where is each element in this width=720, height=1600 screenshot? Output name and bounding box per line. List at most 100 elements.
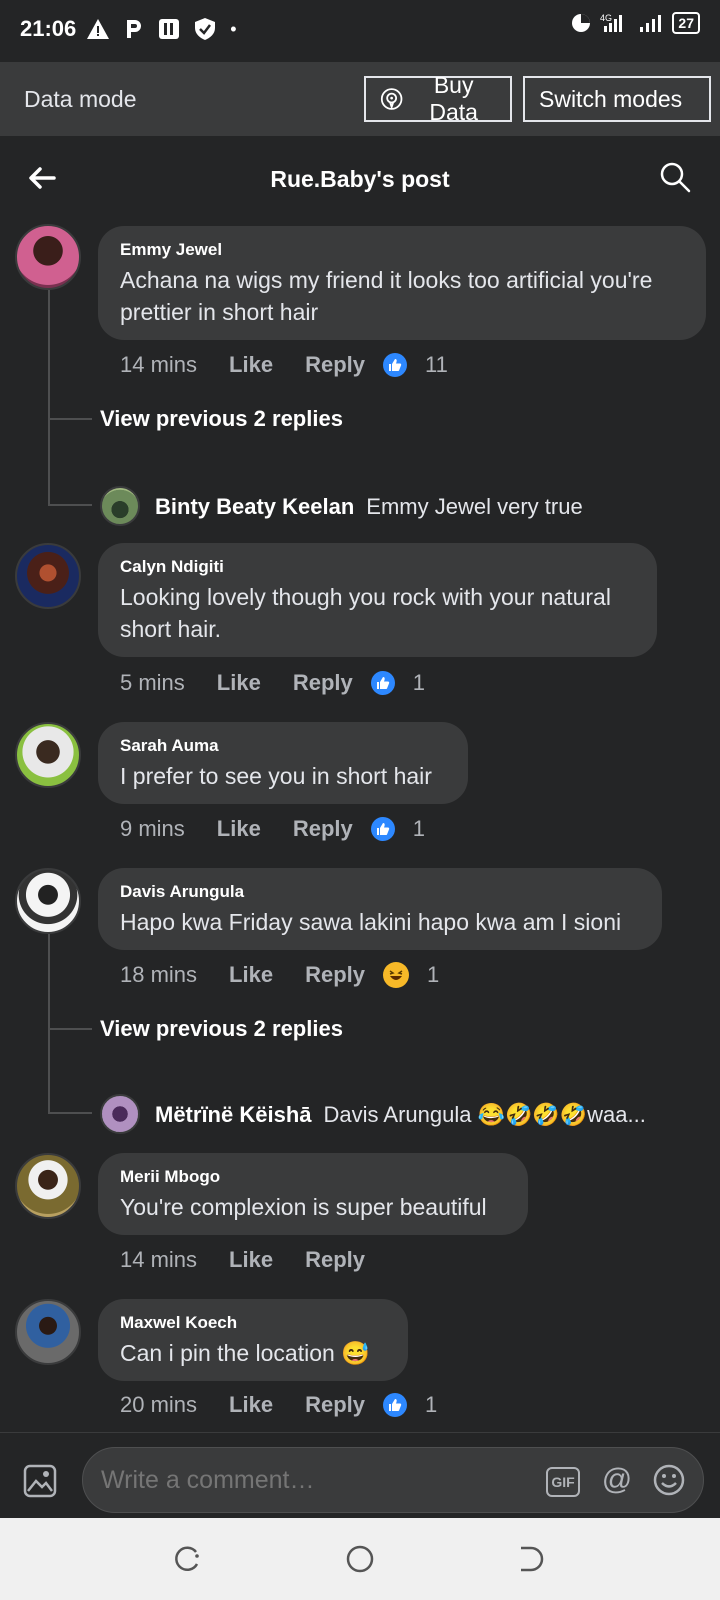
gif-icon[interactable]: GIF (546, 1467, 580, 1497)
comment-author[interactable]: Davis Arungula (120, 882, 642, 902)
reply-button[interactable]: Reply (293, 816, 353, 842)
thread-line (48, 934, 50, 1114)
like-button[interactable]: Like (217, 670, 261, 696)
photo-icon[interactable] (22, 1463, 58, 1499)
shield-icon (195, 18, 216, 40)
comment-bubble[interactable]: Maxwel Koech Can i pin the location 😅 (98, 1299, 408, 1381)
data-mode-title: Data mode (24, 85, 137, 112)
comment-text: Looking lovely though you rock with your… (120, 584, 611, 642)
more-notifications-dot: • (230, 18, 237, 39)
reply-text: Emmy Jewel very true (366, 494, 583, 519)
like-reaction-icon[interactable] (383, 353, 407, 377)
comment-time: 20 mins (120, 1392, 198, 1417)
reaction-count: 1 (412, 816, 425, 841)
comment-author[interactable]: Sarah Auma (120, 736, 448, 756)
like-button[interactable]: Like (229, 1392, 273, 1418)
like-button[interactable]: Like (217, 816, 261, 842)
comment-text: Can i pin the location 😅 (120, 1340, 370, 1366)
back-nav-icon[interactable] (512, 1542, 546, 1576)
signal-4g-icon: 4G (600, 13, 623, 32)
reaction-count: 1 (412, 670, 425, 695)
comment-author[interactable]: Emmy Jewel (120, 240, 686, 260)
warning-icon (87, 19, 110, 39)
comment-bubble[interactable]: Davis Arungula Hapo kwa Friday sawa laki… (98, 868, 662, 950)
comment-author[interactable]: Merii Mbogo (120, 1167, 508, 1187)
emoji-icon[interactable] (652, 1463, 686, 1497)
comment-author[interactable]: Calyn Ndigiti (120, 557, 637, 577)
switch-modes-label: Switch modes (539, 85, 683, 112)
buy-data-button[interactable]: Buy Data (364, 72, 512, 125)
switch-modes-button[interactable]: Switch modes (523, 76, 711, 122)
like-reaction-icon[interactable] (383, 1393, 407, 1417)
comment-time: 18 mins (120, 962, 198, 987)
post-header: Rue.Baby's post (0, 140, 720, 218)
reply-button[interactable]: Reply (293, 670, 353, 696)
svg-text:4G: 4G (600, 13, 612, 23)
home-icon[interactable] (343, 1542, 377, 1576)
reaction-count: 1 (425, 1392, 438, 1417)
status-time: 21:06 (20, 16, 77, 41)
avatar[interactable] (100, 486, 140, 526)
comment-text: Achana na wigs my friend it looks too ar… (120, 267, 653, 325)
comment-actions: 20 mins Like Reply 1 (120, 1392, 437, 1418)
avatar[interactable] (15, 722, 81, 788)
reply-preview[interactable]: Binty Beaty Keelan Emmy Jewel very true (155, 494, 583, 520)
avatar[interactable] (15, 543, 81, 609)
recent-apps-icon[interactable] (170, 1542, 204, 1576)
reply-author[interactable]: Mëtrïnë Këishā (155, 1102, 312, 1127)
like-button[interactable]: Like (229, 352, 273, 378)
like-button[interactable]: Like (229, 1247, 273, 1273)
avatar[interactable] (15, 1153, 81, 1219)
haha-reaction-icon[interactable] (383, 962, 409, 988)
avatar[interactable] (15, 868, 81, 934)
comment-text: Hapo kwa Friday sawa lakini hapo kwa am … (120, 909, 622, 935)
comment-time: 14 mins (120, 1247, 198, 1272)
reply-preview[interactable]: Mëtrïnë Këishā Davis Arungula 😂🤣🤣🤣waa... (155, 1102, 646, 1128)
reaction-count: 11 (425, 352, 448, 377)
reply-button[interactable]: Reply (305, 1392, 365, 1418)
reply-button[interactable]: Reply (305, 962, 365, 988)
comment-actions: 14 mins Like Reply 11 (120, 352, 448, 378)
comment-composer: GIF @ (0, 1432, 720, 1518)
comment-actions: 18 mins Like Reply 1 (120, 962, 439, 988)
like-reaction-icon[interactable] (370, 671, 395, 695)
data-saver-icon (572, 14, 591, 32)
comment-time: 14 mins (120, 352, 198, 377)
comment-bubble[interactable]: Sarah Auma I prefer to see you in short … (98, 722, 468, 804)
back-arrow-icon[interactable] (26, 162, 58, 194)
comment-bubble[interactable]: Merii Mbogo You're complexion is super b… (98, 1153, 528, 1235)
like-button[interactable]: Like (229, 962, 273, 988)
comment-actions: 9 mins Like Reply 1 (120, 816, 425, 842)
comment-bubble[interactable]: Emmy Jewel Achana na wigs my friend it l… (98, 226, 706, 340)
page-title: Rue.Baby's post (270, 165, 450, 192)
view-previous-replies[interactable]: View previous 2 replies (100, 406, 343, 432)
buy-data-label: Buy Data (429, 72, 478, 125)
avatar[interactable] (15, 224, 81, 290)
reply-button[interactable]: Reply (305, 1247, 365, 1273)
status-bar: 21:06 • 4G 27 (0, 0, 720, 58)
reply-text: Davis Arungula 😂🤣🤣🤣waa... (323, 1102, 646, 1127)
comment-time: 9 mins (120, 816, 185, 841)
reply-author[interactable]: Binty Beaty Keelan (155, 494, 354, 519)
comment-author[interactable]: Maxwel Koech (120, 1313, 388, 1333)
reply-button[interactable]: Reply (305, 352, 365, 378)
thread-branch (48, 418, 92, 420)
data-mode-bar: Data mode Buy Data Switch modes (0, 62, 720, 136)
comment-actions: 5 mins Like Reply 1 (120, 670, 425, 696)
reaction-count: 1 (427, 962, 440, 987)
signal-bars-icon (640, 15, 662, 32)
comment-actions: 14 mins Like Reply (120, 1247, 397, 1273)
avatar[interactable] (100, 1094, 140, 1134)
thread-branch (48, 1112, 92, 1114)
search-icon[interactable] (658, 160, 692, 194)
view-previous-replies[interactable]: View previous 2 replies (100, 1016, 343, 1042)
thread-line (48, 290, 50, 506)
app-notification-icon (159, 19, 180, 39)
status-notification-icons: • (86, 17, 237, 41)
mention-icon[interactable]: @ (598, 1461, 636, 1499)
like-reaction-icon[interactable] (370, 817, 395, 841)
comment-bubble[interactable]: Calyn Ndigiti Looking lovely though you … (98, 543, 657, 657)
avatar[interactable] (15, 1299, 81, 1365)
comment-text: I prefer to see you in short hair (120, 763, 432, 789)
status-system-icons: 4G 27 (570, 12, 700, 34)
